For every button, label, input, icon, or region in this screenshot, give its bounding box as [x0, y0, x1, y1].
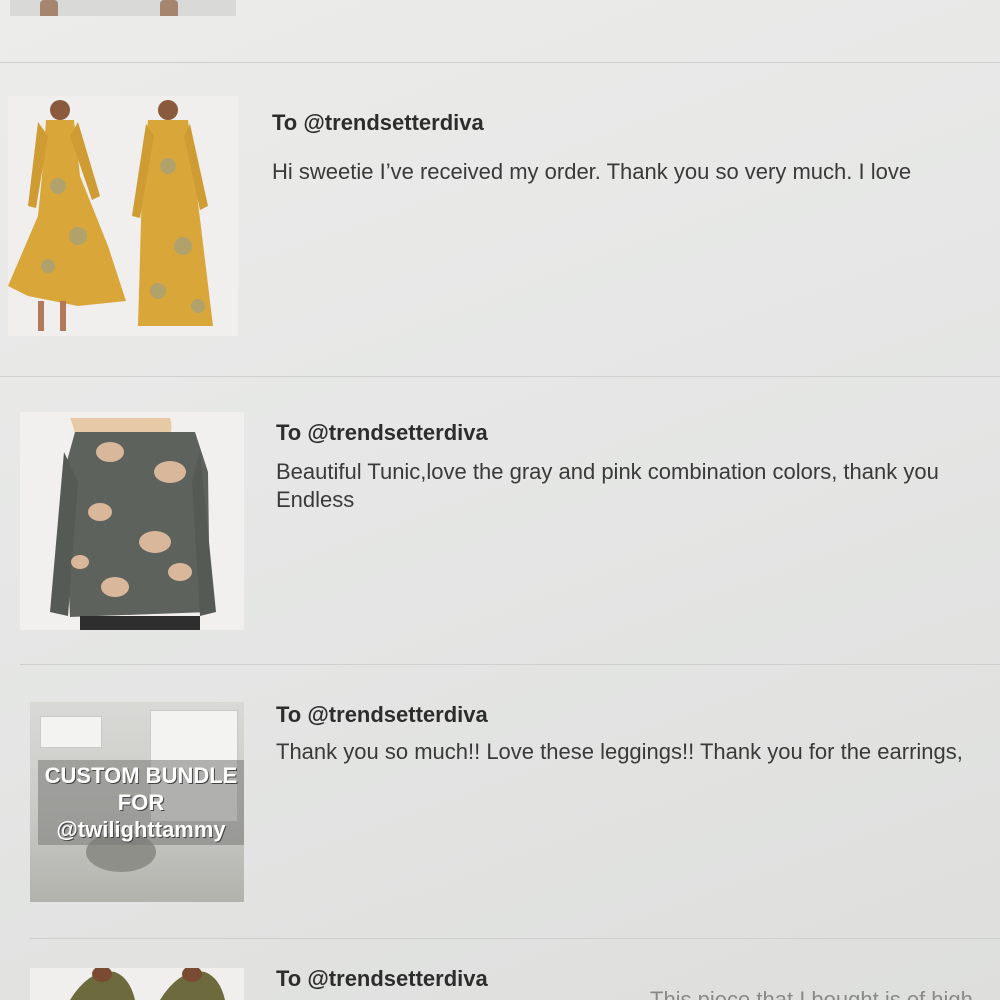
divider: [0, 62, 1000, 63]
dress-thumbnail[interactable]: [8, 96, 238, 336]
custom-bundle-thumbnail[interactable]: CUSTOM BUNDLE FOR @twilighttammy: [30, 702, 244, 902]
tunic-thumbnail[interactable]: [20, 412, 244, 630]
top-thumbnail[interactable]: [30, 968, 244, 1000]
review-message: This piece that I bought is of high qu: [650, 987, 973, 1000]
review-recipient[interactable]: To @trendsetterdiva: [276, 702, 488, 728]
bundle-label-line: CUSTOM BUNDLE: [44, 763, 238, 788]
divider: [0, 376, 1000, 377]
bundle-label-line: @twilighttammy: [56, 817, 226, 842]
gray-tunic-image: [20, 412, 244, 630]
review-message: Thank you so much!! Love these leggings!…: [276, 739, 963, 764]
divider: [20, 664, 1000, 665]
divider: [30, 938, 1000, 939]
bundle-label: CUSTOM BUNDLE FOR @twilighttammy: [38, 760, 244, 845]
yellow-dress-image: [8, 96, 238, 336]
review-recipient[interactable]: To @trendsetterdiva: [276, 966, 488, 992]
review-recipient[interactable]: To @trendsetterdiva: [272, 110, 484, 136]
previous-item-thumbnail[interactable]: [10, 0, 236, 16]
review-message: Beautiful Tunic,love the gray and pink c…: [276, 459, 939, 512]
bundle-label-line: FOR: [117, 790, 165, 815]
review-recipient[interactable]: To @trendsetterdiva: [276, 420, 488, 446]
review-message: Hi sweetie I’ve received my order. Thank…: [272, 159, 912, 184]
reviews-screen: To @trendsetterdiva Hi sweetie I’ve rece…: [0, 0, 1000, 1000]
olive-top-image: [30, 968, 244, 1000]
